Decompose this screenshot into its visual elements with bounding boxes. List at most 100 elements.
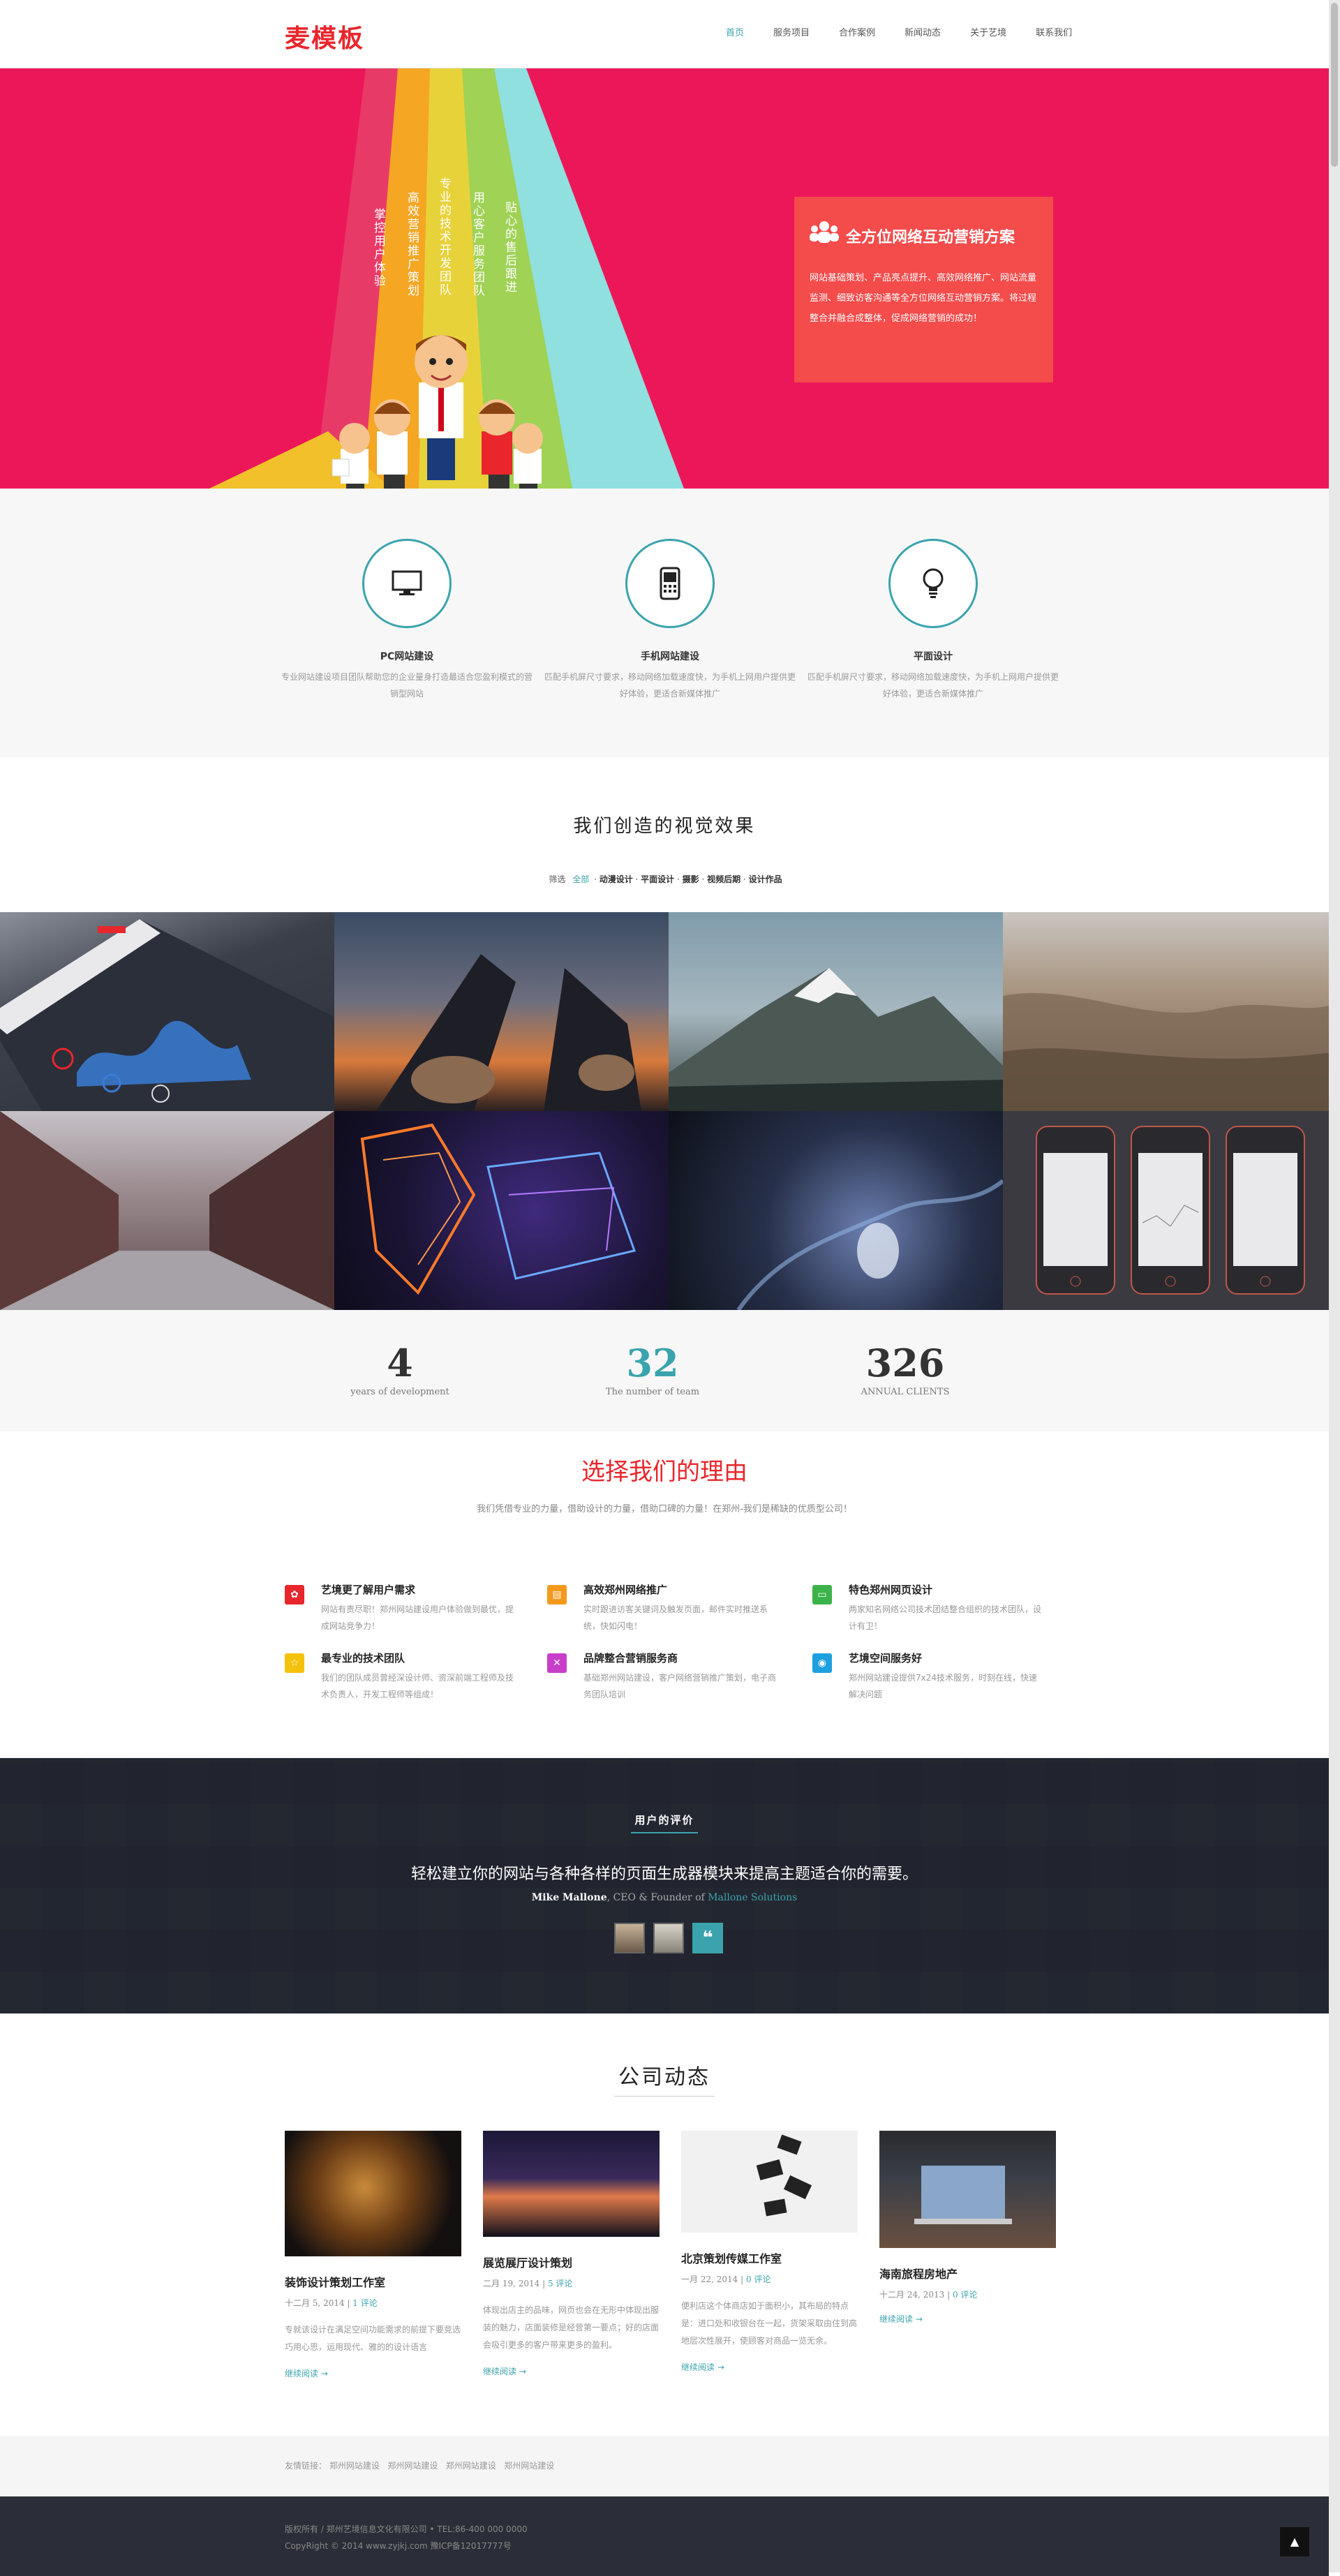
post-comments[interactable]: 1 评论 <box>352 2298 377 2308</box>
filter-graphic[interactable]: 平面设计 <box>641 874 674 884</box>
post-date: 二月 19, 2014 <box>483 2279 540 2288</box>
site-header: 麦模板 首页 服务项目 合作案例 新闻动态 关于艺境 联系我们 <box>0 0 1329 68</box>
portfolio-item-dashboard[interactable] <box>0 912 334 1111</box>
feature-title: 品牌整合营销服务商 <box>583 1652 678 1665</box>
portfolio-item-landscape[interactable] <box>1003 912 1337 1111</box>
friend-link[interactable]: 郑州网站建设 <box>387 2461 438 2471</box>
service-mobile: 手机网站建设 匹配手机屏尺寸要求，移动网络加载速度快，为手机上网用户提供更好体验… <box>544 539 796 702</box>
site-footer: 版权所有 / 郑州艺境信息文化有限公司 • TEL:86-400 000 000… <box>0 2496 1329 2576</box>
news-section: 公司动态 装饰设计策划工作室 十二月 5, 2014 | 1 评论 专就该设计在… <box>0 2013 1329 2436</box>
feature-item: ✕ 品牌整合营销服务商 基础郑州网站建设，客户网络营销推广策划，电子商务团队培训 <box>547 1651 777 1703</box>
post-image[interactable] <box>879 2131 1056 2248</box>
hero-banner: 掌控用户体验 高效营销推广策划 专业的技术开发团队 用心客户服务团队 贴心的售后… <box>0 68 1329 489</box>
arrow-up-icon[interactable]: ▲ <box>1280 2527 1309 2556</box>
post-comments[interactable]: 5 评论 <box>548 2279 572 2288</box>
feature-text: 基础郑州网站建设，客户网络营销推广策划，电子商务团队培训 <box>583 1673 777 1699</box>
post-title[interactable]: 北京策划传媒工作室 <box>681 2249 858 2266</box>
lightbulb-icon[interactable] <box>888 539 978 628</box>
nav-home[interactable]: 首页 <box>726 25 744 38</box>
feature-item: ☆ 最专业的技术团队 我们的团队成员曾经深设计师、资深前端工程师及技术负责人，开… <box>285 1651 515 1703</box>
post-meta: 一月 22, 2014 | 0 评论 <box>681 2275 771 2284</box>
post-meta: 十二月 5, 2014 | 1 评论 <box>285 2298 378 2308</box>
portfolio-header: 我们创造的视觉效果 筛选 全部 · 动漫设计 · 平面设计 · 摄影 · 视频后… <box>0 757 1329 912</box>
star-icon: ☆ <box>285 1653 304 1673</box>
news-post: 装饰设计策划工作室 十二月 5, 2014 | 1 评论 专就该设计在满足空间功… <box>285 2131 461 2379</box>
nav-contact[interactable]: 联系我们 <box>1036 25 1072 38</box>
portfolio-item-canal[interactable] <box>0 1111 334 1310</box>
title-underline <box>631 1832 698 1833</box>
read-more-link[interactable]: 继续阅读 → <box>483 2365 660 2377</box>
page-scrollbar[interactable] <box>1329 0 1340 2573</box>
post-title[interactable]: 展览展厅设计策划 <box>483 2254 660 2270</box>
feature-item: ◉ 艺境空间服务好 郑州网站建设提供7x24技术服务，时刻在线，快速解决问题 <box>812 1651 1043 1703</box>
post-title[interactable]: 装饰设计策划工作室 <box>285 2273 461 2290</box>
avatar[interactable] <box>614 1923 645 1953</box>
friend-link[interactable]: 郑州网站建设 <box>329 2461 380 2471</box>
feature-text: 郑州网站建设提供7x24技术服务，时刻在线，快速解决问题 <box>849 1673 1038 1699</box>
portfolio-item-mountain[interactable] <box>669 912 1003 1111</box>
author-role: , CEO & Founder of <box>606 1892 708 1903</box>
site-logo[interactable]: 麦模板 <box>285 18 364 54</box>
scrollbar-thumb[interactable] <box>1331 3 1338 167</box>
nav-news[interactable]: 新闻动态 <box>904 25 941 38</box>
portfolio-item-abstract[interactable] <box>669 1111 1003 1310</box>
feature-title: 高效郑州网络推广 <box>583 1584 668 1596</box>
friend-link[interactable]: 郑州网站建设 <box>504 2461 554 2471</box>
avatar[interactable] <box>653 1923 684 1953</box>
post-excerpt: 便利店这个体商店如于面积小，其布局的特点是：进口处和收银台在一起，货架采取由住到… <box>681 2301 858 2346</box>
ribbon-text-5: 贴心的售后跟进 <box>502 201 516 294</box>
nav-about[interactable]: 关于艺境 <box>970 25 1006 38</box>
hero-info-box: 全方位网络互动营销方案 网站基础策划、产品亮点提升、高效网络推广、网站流量监测、… <box>794 197 1053 382</box>
services-section: PC网站建设 专业网站建设项目团队帮助您的企业量身打造最适合您盈利模式的营销型网… <box>0 489 1329 757</box>
post-comments[interactable]: 0 评论 <box>953 2290 977 2300</box>
nav-cases[interactable]: 合作案例 <box>839 25 875 38</box>
eye-icon: ◉ <box>812 1653 832 1673</box>
news-post: 展览展厅设计策划 二月 19, 2014 | 5 评论 体现出店主的品味，网页也… <box>483 2131 660 2377</box>
monitor-icon[interactable] <box>362 539 452 628</box>
stat-label: years of development <box>350 1387 449 1397</box>
feature-text: 网站有责尽职！郑州网站建设用户体验做到最优，提成网站竞争力！ <box>321 1605 514 1631</box>
news-post: 北京策划传媒工作室 一月 22, 2014 | 0 评论 便利店这个体商店如于面… <box>681 2131 858 2373</box>
friend-link[interactable]: 郑州网站建设 <box>446 2461 496 2471</box>
post-image[interactable] <box>681 2131 858 2233</box>
feature-text: 实时跟进访客关键词及触发页面，邮件实时推送系统，快如闪电！ <box>583 1605 768 1631</box>
post-comments[interactable]: 0 评论 <box>746 2275 770 2284</box>
post-image[interactable] <box>285 2131 461 2256</box>
filter-works[interactable]: 设计作品 <box>749 874 782 884</box>
nav-services[interactable]: 服务项目 <box>773 25 810 38</box>
read-more-link[interactable]: 继续阅读 → <box>285 2367 461 2379</box>
read-more-link[interactable]: 继续阅读 → <box>681 2361 858 2373</box>
filter-photo[interactable]: 摄影 <box>683 874 699 884</box>
testimonial-quote: 轻松建立你的网站与各种各样的页面生成器模块来提高主题适合你的需要。 <box>410 1866 918 1883</box>
post-date: 一月 22, 2014 <box>681 2275 738 2284</box>
testimonial-background <box>0 1758 1329 2013</box>
feature-item: ▭ 特色郑州网页设计 两家知名网络公司技术团结整合组织的技术团队，设计有卫！ <box>812 1582 1043 1635</box>
feature-title: 艺境更了解用户需求 <box>321 1584 416 1596</box>
portfolio-item-architecture[interactable] <box>334 912 669 1111</box>
portfolio-item-phones[interactable] <box>1003 1111 1337 1310</box>
filter-animation[interactable]: 动漫设计 <box>600 874 633 884</box>
testimonial-section: 用户的评价 轻松建立你的网站与各种各样的页面生成器模块来提高主题适合你的需要。 … <box>0 1758 1329 2013</box>
service-title: 平面设计 <box>914 651 953 662</box>
footer-copyright: 版权所有 / 郑州艺境信息文化有限公司 • TEL:86-400 000 000… <box>285 2524 528 2534</box>
post-excerpt: 体现出店主的品味，网页也会在无形中体现出服装的魅力，店面装修是经营第一要点；好的… <box>483 2305 660 2350</box>
links-label: 友情链接： <box>285 2461 327 2471</box>
service-title: 手机网站建设 <box>641 651 699 662</box>
read-more-link[interactable]: 继续阅读 → <box>879 2313 1056 2325</box>
mobile-icon[interactable] <box>625 539 715 628</box>
post-image[interactable] <box>483 2131 660 2237</box>
hero-box-title: 全方位网络互动营销方案 <box>846 229 1015 246</box>
ribbon-text-3: 专业的技术开发团队 <box>437 177 451 297</box>
service-pc: PC网站建设 专业网站建设项目团队帮助您的企业量身打造最适合您盈利模式的营销型网… <box>281 539 533 702</box>
ribbon-text-4: 用心客户服务团队 <box>470 191 484 297</box>
ribbon-text-1: 掌控用户体验 <box>371 208 385 288</box>
quote-icon[interactable]: ❝ <box>692 1923 723 1953</box>
post-title[interactable]: 海南旅程房地产 <box>879 2265 1056 2281</box>
author-company: Mallone Solutions <box>708 1892 798 1903</box>
post-excerpt: 专就该设计在满足空间功能需求的前提下要竞选巧用心思，运用现代、雅的的设计语言 <box>285 2325 461 2352</box>
filter-video[interactable]: 视频后期 <box>707 874 740 884</box>
filter-all[interactable]: 全部 <box>572 874 589 884</box>
post-meta: 十二月 24, 2013 | 0 评论 <box>879 2290 978 2300</box>
portfolio-item-neon[interactable] <box>334 1111 669 1310</box>
stats-section: 4 years of development 32 The number of … <box>0 1310 1329 1431</box>
